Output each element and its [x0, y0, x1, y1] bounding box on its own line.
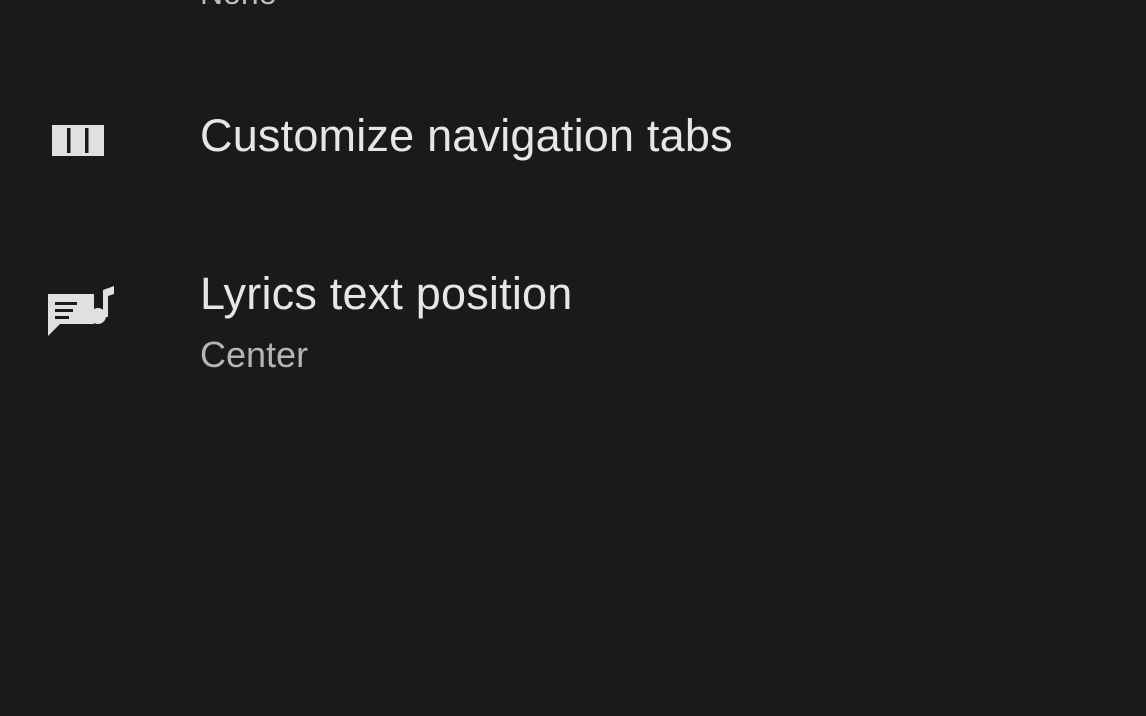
setting-title: Lyrics text position [200, 268, 573, 319]
setting-lyrics-text-position[interactable]: Lyrics text position Center [0, 250, 1146, 390]
previous-setting-value-text: None [200, 0, 277, 8]
setting-customize-navigation-tabs[interactable]: Customize navigation tabs [0, 90, 1146, 190]
setting-value: Center [200, 334, 309, 375]
settings-screen: None Customize navigation tabs Lyrics te [0, 0, 1146, 716]
setting-title: Customize navigation tabs [200, 110, 733, 161]
lyrics-icon [46, 280, 116, 350]
view-columns-icon [46, 102, 116, 172]
previous-setting-value[interactable]: None [200, 0, 277, 8]
